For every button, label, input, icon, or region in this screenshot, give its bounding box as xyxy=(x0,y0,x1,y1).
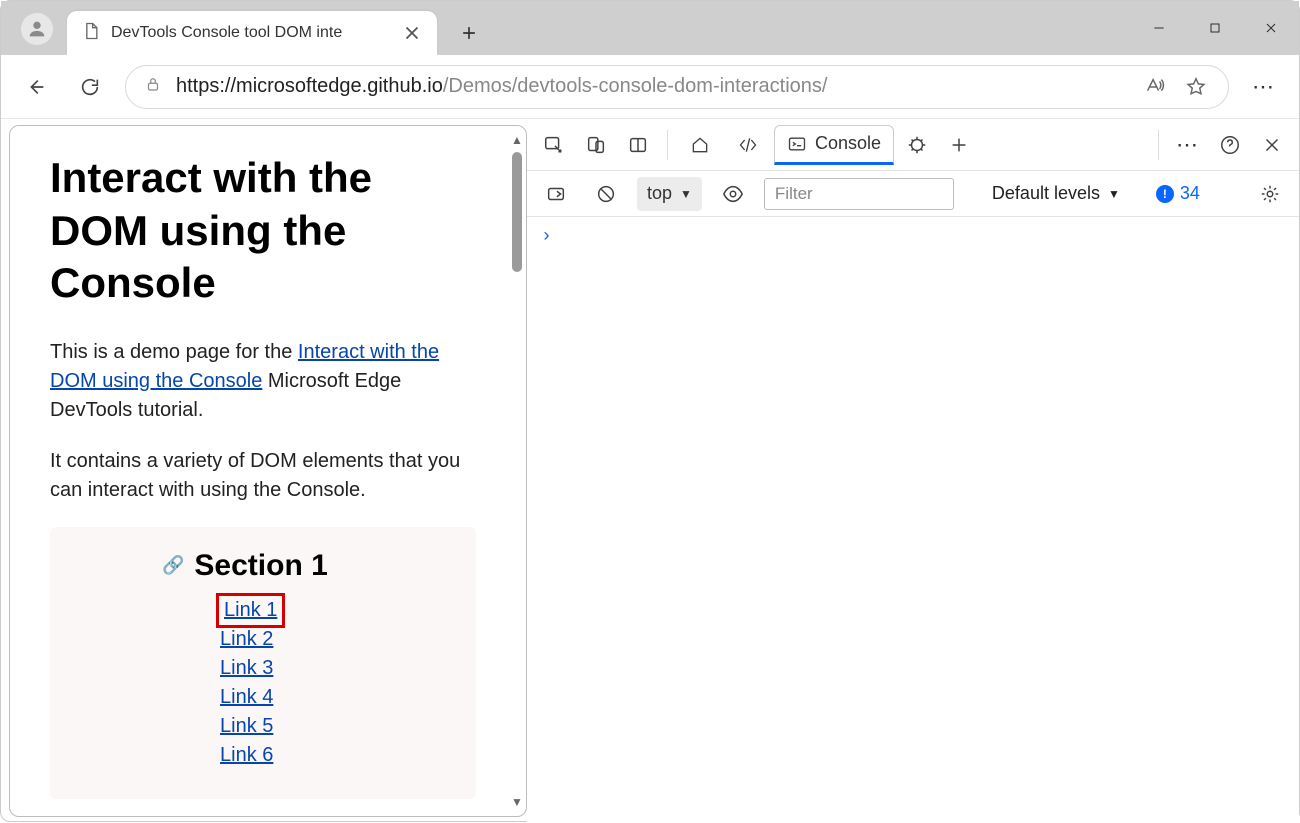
clear-console-button[interactable] xyxy=(587,175,625,213)
minimize-button[interactable] xyxy=(1131,7,1187,49)
console-body[interactable]: › xyxy=(527,217,1299,823)
inspect-element-button[interactable] xyxy=(535,126,573,164)
intro-paragraph: This is a demo page for the Interact wit… xyxy=(50,338,476,425)
browser-toolbar: https://microsoftedge.github.io/Demos/de… xyxy=(1,55,1299,119)
devtools-more-button[interactable]: ⋯ xyxy=(1169,126,1207,164)
section-heading: 🔗 Section 1 xyxy=(70,549,456,583)
issues-count[interactable]: ! 34 xyxy=(1156,183,1200,204)
scroll-down-icon[interactable]: ▼ xyxy=(510,794,524,810)
devtools-help-button[interactable] xyxy=(1211,126,1249,164)
page-heading: Interact with the DOM using the Console xyxy=(50,152,476,310)
link-item[interactable]: Link 2 xyxy=(220,626,273,653)
lock-icon xyxy=(144,74,162,100)
link-item[interactable]: Link 5 xyxy=(220,713,273,740)
profile-avatar[interactable] xyxy=(21,13,53,45)
live-expression-button[interactable] xyxy=(714,175,752,213)
close-window-button[interactable] xyxy=(1243,7,1299,49)
tab-console[interactable]: Console xyxy=(774,125,894,165)
url-text: https://microsoftedge.github.io/Demos/de… xyxy=(176,75,1126,98)
context-dropdown[interactable]: top ▼ xyxy=(637,177,702,211)
browser-tab[interactable]: DevTools Console tool DOM inte xyxy=(67,11,437,55)
window-controls xyxy=(1131,1,1299,55)
devtools-tab-bar: Console ⋯ xyxy=(527,119,1299,171)
new-tab-button[interactable] xyxy=(449,13,489,53)
tab-elements[interactable] xyxy=(726,125,770,165)
anchor-icon[interactable]: 🔗 xyxy=(162,555,184,576)
filter-input[interactable]: Filter xyxy=(764,178,954,210)
links-list: Link 1 Link 2 Link 3 Link 4 Link 5 Link … xyxy=(70,597,456,769)
add-tab-button[interactable] xyxy=(940,126,978,164)
browser-menu-button[interactable]: ⋯ xyxy=(1245,68,1283,106)
address-bar[interactable]: https://microsoftedge.github.io/Demos/de… xyxy=(125,65,1229,109)
scroll-thumb[interactable] xyxy=(512,152,522,272)
console-prompt-icon: › xyxy=(541,227,552,247)
close-tab-icon[interactable] xyxy=(401,22,423,44)
tab-console-label: Console xyxy=(815,133,881,154)
devtools-close-button[interactable] xyxy=(1253,126,1291,164)
toggle-sidebar-button[interactable] xyxy=(537,175,575,213)
link-item[interactable]: Link 6 xyxy=(220,742,273,769)
console-toolbar: top ▼ Filter Default levels ▼ ! 34 xyxy=(527,171,1299,217)
dock-side-button[interactable] xyxy=(619,126,657,164)
back-button[interactable] xyxy=(17,68,55,106)
page-scrollbar[interactable]: ▲ ▼ xyxy=(510,130,524,812)
link-item[interactable]: Link 1 xyxy=(220,597,281,624)
section-box: 🔗 Section 1 Link 1 Link 2 Link 3 Link 4 … xyxy=(50,527,476,799)
caret-down-icon: ▼ xyxy=(1108,187,1120,201)
main-area: Interact with the DOM using the Console … xyxy=(1,119,1299,823)
tab-issues[interactable] xyxy=(898,126,936,164)
person-icon xyxy=(26,18,48,40)
page-icon xyxy=(81,21,101,46)
devtools-pane: Console ⋯ xyxy=(527,119,1299,823)
tab-welcome[interactable] xyxy=(678,125,722,165)
page-pane: Interact with the DOM using the Console … xyxy=(9,125,527,817)
maximize-button[interactable] xyxy=(1187,7,1243,49)
page-content: Interact with the DOM using the Console … xyxy=(10,126,506,816)
caret-down-icon: ▼ xyxy=(680,187,692,201)
tab-title: DevTools Console tool DOM inte xyxy=(111,24,391,42)
tab-strip: DevTools Console tool DOM inte xyxy=(1,1,1299,55)
description-paragraph: It contains a variety of DOM elements th… xyxy=(50,447,476,505)
link-item[interactable]: Link 3 xyxy=(220,655,273,682)
context-label: top xyxy=(647,183,672,204)
log-levels-dropdown[interactable]: Default levels ▼ xyxy=(992,183,1120,204)
refresh-button[interactable] xyxy=(71,68,109,106)
console-settings-button[interactable] xyxy=(1251,175,1289,213)
link-item[interactable]: Link 4 xyxy=(220,684,273,711)
device-toolbar-button[interactable] xyxy=(577,126,615,164)
read-aloud-icon[interactable] xyxy=(1140,76,1168,98)
issues-badge-icon: ! xyxy=(1156,185,1174,203)
favorite-icon[interactable] xyxy=(1182,76,1210,98)
